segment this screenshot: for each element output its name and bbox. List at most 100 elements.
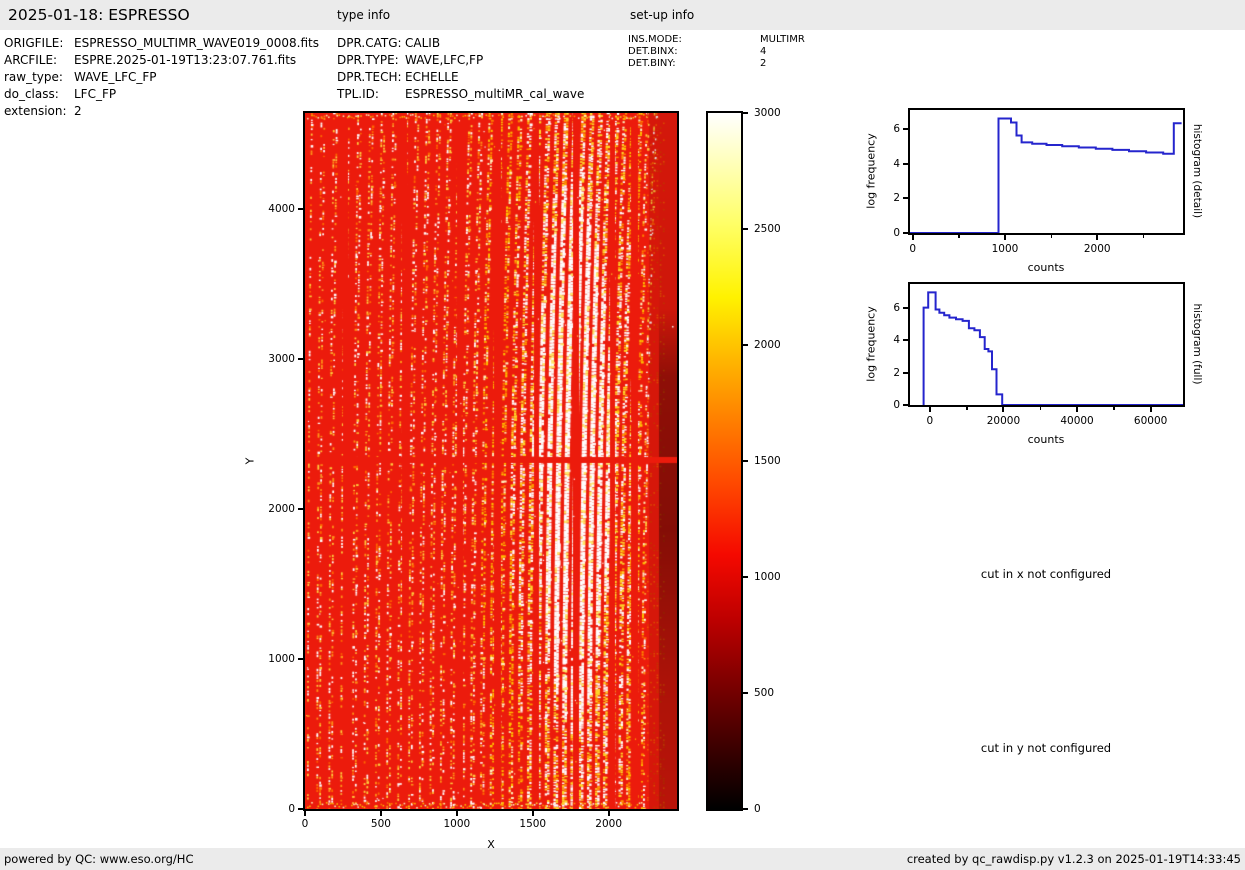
file-info-label: ORIGFILE: (4, 36, 64, 50)
tick-mark (903, 339, 908, 342)
tick-mark (903, 306, 908, 309)
type-info-value: CALIB (405, 36, 441, 50)
tick-label: 2500 (754, 223, 781, 235)
colorbar-gradient (708, 113, 741, 809)
histogram-detail-y-label: log frequency (864, 133, 878, 209)
tick-label: 2000 (1083, 243, 1111, 255)
tick-mark (379, 811, 382, 816)
tick-label: 0 (909, 243, 917, 255)
tick-mark (743, 344, 748, 346)
tick-mark (1076, 407, 1079, 412)
tick-label: 500 (754, 687, 775, 699)
type-info-label: DPR.TECH: (337, 70, 402, 84)
cut-y-note: cut in y not configured (980, 741, 1112, 755)
tick-label: 1000 (754, 571, 781, 583)
tick-mark (531, 811, 534, 816)
tick-mark (298, 358, 303, 360)
colorbar (706, 111, 743, 811)
tick-mark (298, 808, 303, 810)
tick-label: 1000 (991, 243, 1019, 255)
histogram-detail-x-label: counts (1027, 261, 1065, 274)
tick-label: 1000 (268, 653, 295, 665)
type-info-value: ECHELLE (405, 70, 459, 84)
file-info-label: extension: (4, 104, 67, 118)
tick-label: 2000 (595, 818, 623, 830)
page-title: 2025-01-18: ESPRESSO (8, 6, 190, 24)
tick-label: 20000 (986, 415, 1021, 427)
type-info-label: TPL.ID: (337, 87, 379, 101)
tick-mark (1113, 407, 1115, 410)
tick-label: 1500 (519, 818, 547, 830)
histogram-detail-plot (908, 108, 1185, 235)
file-info-value: ESPRE.2025-01-19T13:23:07.761.fits (74, 53, 297, 67)
histogram-full-title: histogram (full) (1191, 303, 1203, 385)
file-info-value: 2 (74, 104, 82, 118)
tick-label: 0 (754, 803, 761, 815)
tick-label: 2 (893, 192, 900, 205)
type-info-label: DPR.TYPE: (337, 53, 399, 67)
tick-label: 1500 (754, 455, 781, 467)
tick-label: 4 (893, 157, 900, 170)
tick-label: 40000 (1060, 415, 1094, 427)
tick-mark (958, 235, 960, 238)
tick-label: 6 (893, 301, 900, 314)
tick-mark (1149, 407, 1152, 412)
type-info-value: ESPRESSO_multiMR_cal_wave (405, 87, 585, 101)
tick-mark (911, 235, 914, 240)
tick-mark (743, 460, 748, 462)
setup-info-label: DET.BINX: (628, 46, 678, 57)
tick-mark (903, 197, 908, 200)
tick-mark (1142, 235, 1145, 238)
tick-mark (298, 508, 303, 510)
tick-mark (304, 811, 306, 816)
tick-label: 4 (893, 334, 900, 347)
tick-label: 1000 (443, 818, 471, 830)
tick-mark (966, 407, 968, 410)
setup-info-label: INS.MODE: (628, 34, 682, 45)
main-y-axis-label: Y (243, 457, 257, 465)
tick-label: 3000 (754, 107, 781, 119)
type-info-label: DPR.CATG: (337, 36, 402, 50)
tick-label: 0 (893, 227, 900, 239)
tick-mark (607, 811, 610, 816)
setup-info-label: DET.BINY: (628, 58, 676, 69)
file-info-value: LFC_FP (74, 87, 117, 101)
type-info-value: WAVE,LFC,FP (405, 53, 484, 67)
tick-label: 2000 (754, 339, 781, 351)
tick-label: 0 (893, 399, 900, 411)
tick-mark (903, 127, 908, 130)
tick-mark (903, 232, 908, 234)
tick-mark (903, 162, 908, 165)
setup-info-heading: set-up info (630, 8, 695, 22)
tick-mark (928, 407, 931, 412)
file-info-label: do_class: (4, 87, 59, 101)
setup-info-value: 4 (760, 46, 767, 57)
tick-mark (743, 576, 748, 578)
tick-mark (743, 112, 748, 114)
tick-label: 2000 (268, 503, 295, 515)
tick-mark (1039, 407, 1042, 410)
histogram-full-y-label: log frequency (864, 306, 878, 382)
histogram-full-plot (908, 282, 1185, 407)
tick-mark (298, 658, 303, 660)
tick-mark (455, 811, 458, 816)
raw-frame-canvas (305, 113, 677, 809)
tick-label: 2 (893, 366, 900, 379)
setup-info-value: 2 (760, 58, 767, 69)
footer-left-text: powered by QC: www.eso.org/HC (4, 852, 194, 866)
file-info-value: ESPRESSO_MULTIMR_WAVE019_0008.fits (74, 36, 319, 50)
file-info-label: ARCFILE: (4, 53, 58, 67)
cut-x-note: cut in x not configured (980, 567, 1112, 581)
tick-mark (1096, 235, 1099, 240)
tick-label: 60000 (1133, 415, 1168, 427)
raw-frame-plot (303, 111, 679, 811)
histogram-full-curve (922, 291, 1183, 405)
type-info-heading: type info (337, 8, 391, 22)
tick-label: 0 (288, 803, 295, 815)
histogram-detail-title: histogram (detail) (1191, 123, 1203, 219)
tick-label: 6 (893, 122, 900, 135)
tick-mark (1002, 407, 1005, 412)
tick-label: 500 (370, 818, 391, 830)
tick-mark (743, 228, 748, 230)
tick-label: 4000 (268, 203, 295, 215)
